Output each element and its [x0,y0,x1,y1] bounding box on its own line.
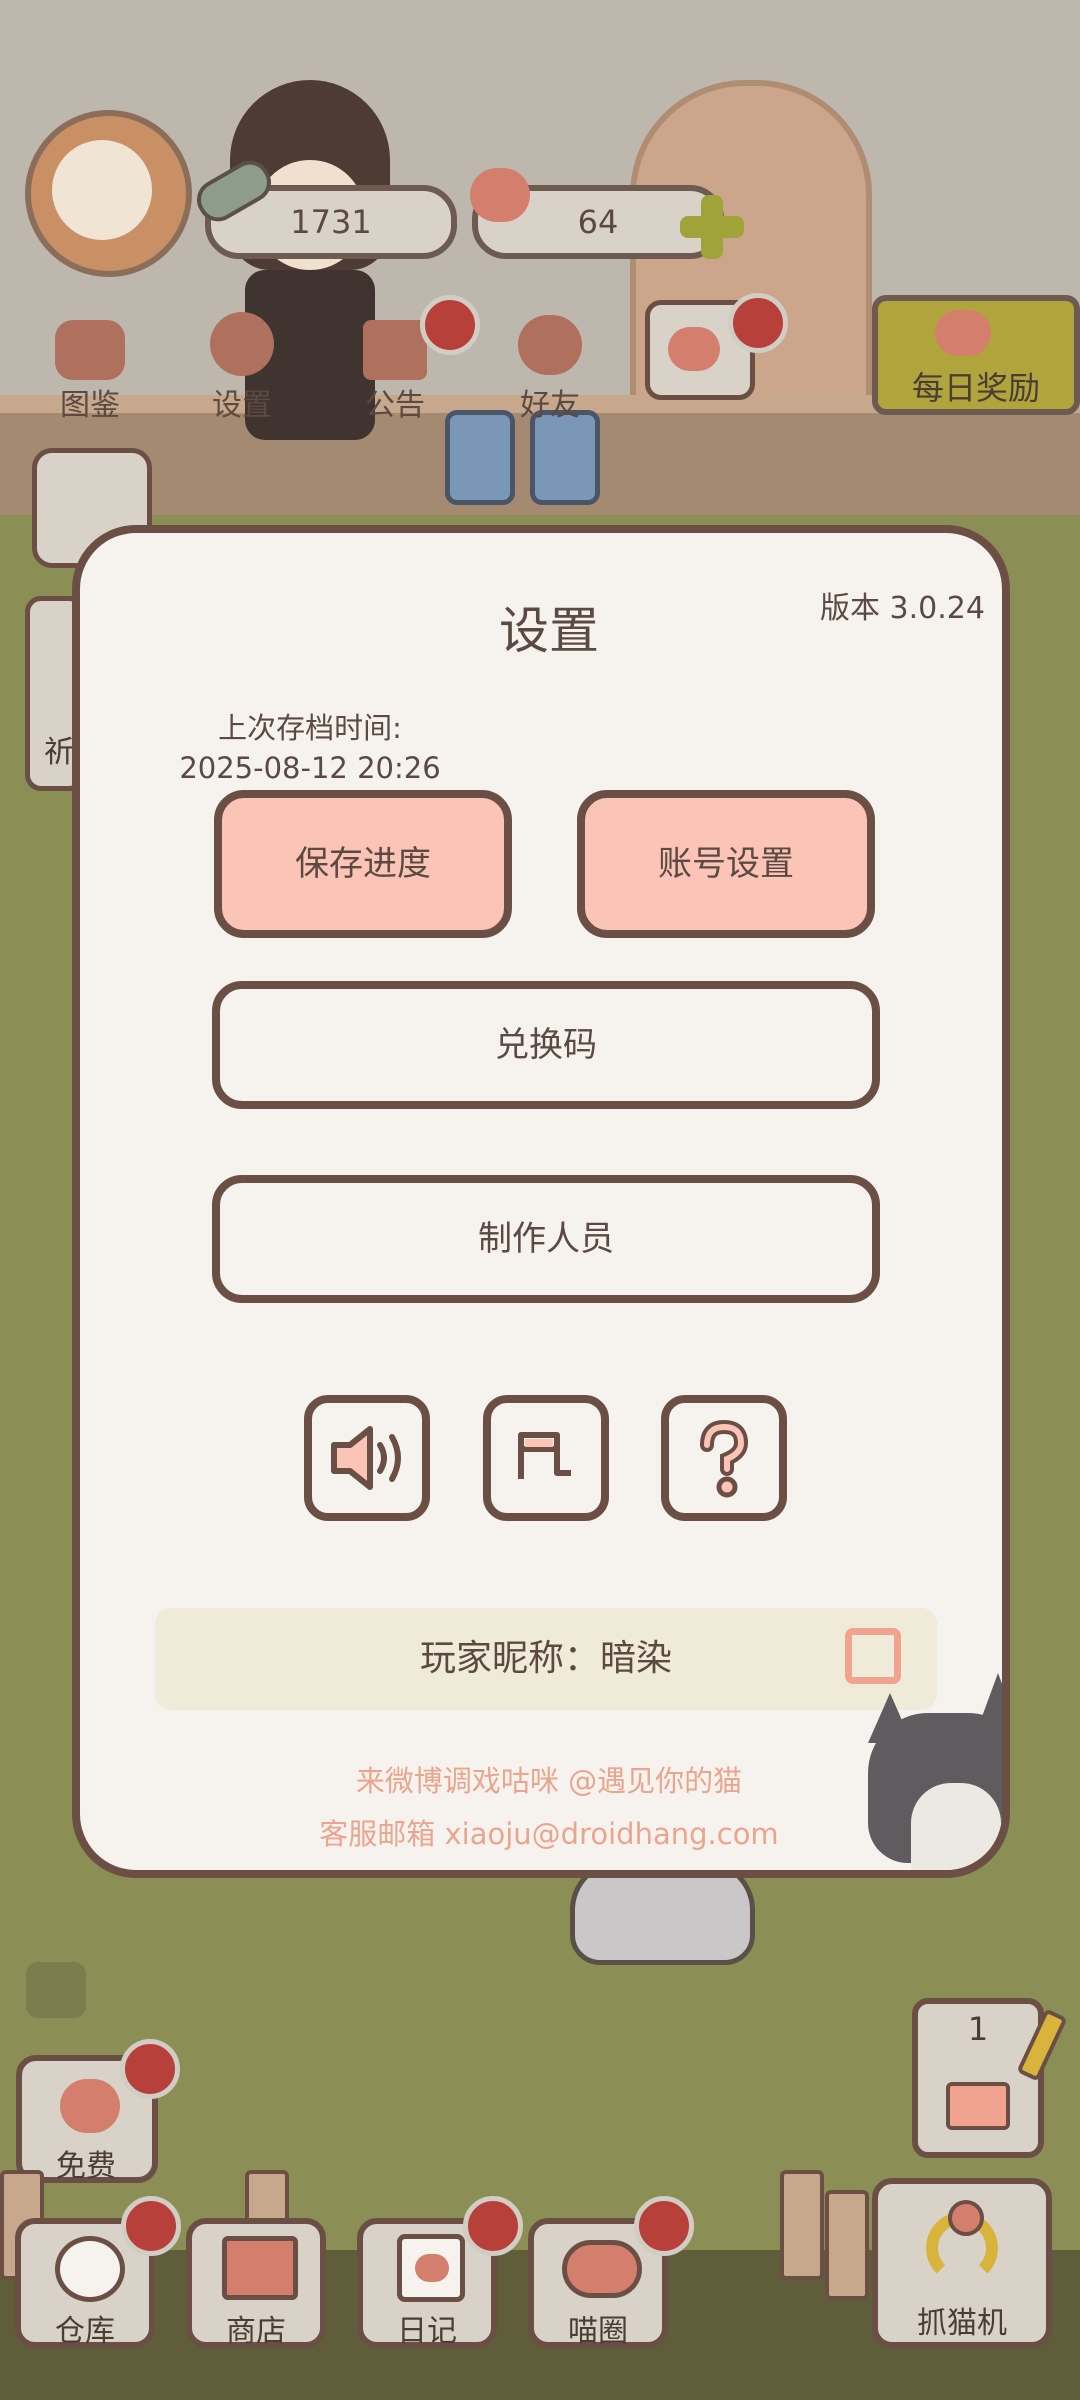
meow-circle-button[interactable]: 喵圈 [528,2196,694,2349]
menu-friends[interactable]: 好友 [490,310,610,423]
diary-button[interactable]: 日记 [357,2196,523,2349]
redeem-code-button[interactable]: 兑换码 [212,981,880,1109]
fish-count: 1731 [290,203,372,241]
last-save-time: 上次存档时间: 2025-08-12 20:26 [160,708,460,788]
diary-label: 日记 [397,2314,457,2349]
gear-icon [210,312,274,376]
help-button[interactable] [661,1395,787,1521]
heart-icon [60,2079,120,2133]
menu-encyclopedia[interactable]: 图鉴 [30,310,150,423]
menu-label: 设置 [212,388,272,423]
credits-label: 制作人员 [478,1219,614,1259]
warehouse-button[interactable]: 仓库 [15,2196,181,2349]
menu-announcements[interactable]: 公告 [335,295,480,423]
notification-badge [121,2196,181,2256]
avatar-face [52,140,152,240]
shop-icon [222,2236,298,2300]
cat-photo-muzzle [911,1783,1001,1870]
cloud-icon[interactable] [26,1962,86,2018]
save-progress-label: 保存进度 [295,844,431,884]
claw-machine-button[interactable]: 抓猫机 [872,2178,1052,2348]
claw-counter: 1 [912,1998,1044,2158]
version-label: 版本 3.0.24 [820,591,985,626]
notification-badge [728,293,788,353]
plus-icon-bar [680,216,744,238]
nickname-text: 玩家昵称：暗染 [419,1638,672,1679]
daily-reward-heart-icon [935,310,991,356]
side-button-pray-label: 祈 [44,735,74,770]
fence-post [825,2190,869,2300]
warehouse-label: 仓库 [55,2314,115,2349]
edit-icon[interactable] [845,1628,901,1684]
notification-badge [420,295,480,355]
credits-button[interactable]: 制作人员 [212,1175,880,1303]
hearts-mail-icon [668,327,720,371]
menu-label: 公告 [365,388,425,423]
notification-badge [634,2196,694,2256]
shop-button[interactable]: 商店 [186,2218,326,2349]
claw-knob-icon [948,2200,984,2236]
heart-count: 64 [577,203,619,241]
claw-machine-label: 抓猫机 [917,2306,1007,2341]
sound-toggle-button[interactable] [304,1395,430,1521]
free-button[interactable]: 免费 [16,2039,180,2184]
claw-arrows-icon [946,2082,1010,2130]
gift-icon [363,320,427,380]
menu-settings[interactable]: 设置 [182,310,302,423]
notification-badge [120,2039,180,2099]
fence-post [780,2170,824,2280]
account-settings-button[interactable]: 账号设置 [577,790,875,938]
heart-icon [470,168,530,222]
nickname-bar: 玩家昵称：暗染 [155,1608,937,1710]
diary-heart-icon [415,2254,449,2282]
friends-icon [518,315,582,375]
cat-photo-ear-right [976,1673,1002,1733]
account-settings-label: 账号设置 [658,844,794,884]
shop-label: 商店 [226,2314,286,2349]
daily-reward-label: 每日奖励 [911,369,1040,407]
question-icon [700,1419,749,1498]
speaker-icon [331,1426,401,1490]
mail-button[interactable] [645,293,788,400]
last-save-label: 上次存档时间: [218,711,402,745]
settings-dialog: 设置 版本 3.0.24 上次存档时间: 2025-08-12 20:26 保存… [72,525,1010,1878]
menu-label: 好友 [520,388,580,423]
music-icon [518,1432,571,1479]
notification-badge [463,2196,523,2256]
warehouse-icon [55,2236,125,2302]
music-toggle-button[interactable] [483,1395,609,1521]
save-progress-button[interactable]: 保存进度 [214,790,512,938]
menu-label: 图鉴 [60,388,120,423]
last-save-value: 2025-08-12 20:26 [179,751,441,785]
cat-photo [856,1673,1002,1870]
redeem-code-label: 兑换码 [495,1025,597,1065]
planet-cat-icon [562,2240,642,2298]
cat-photo-ear-left [868,1693,912,1743]
cat-head-icon [55,320,125,380]
claw-count: 1 [967,2010,989,2048]
add-hearts-button[interactable] [680,195,744,259]
meow-circle-label: 喵圈 [568,2314,628,2349]
